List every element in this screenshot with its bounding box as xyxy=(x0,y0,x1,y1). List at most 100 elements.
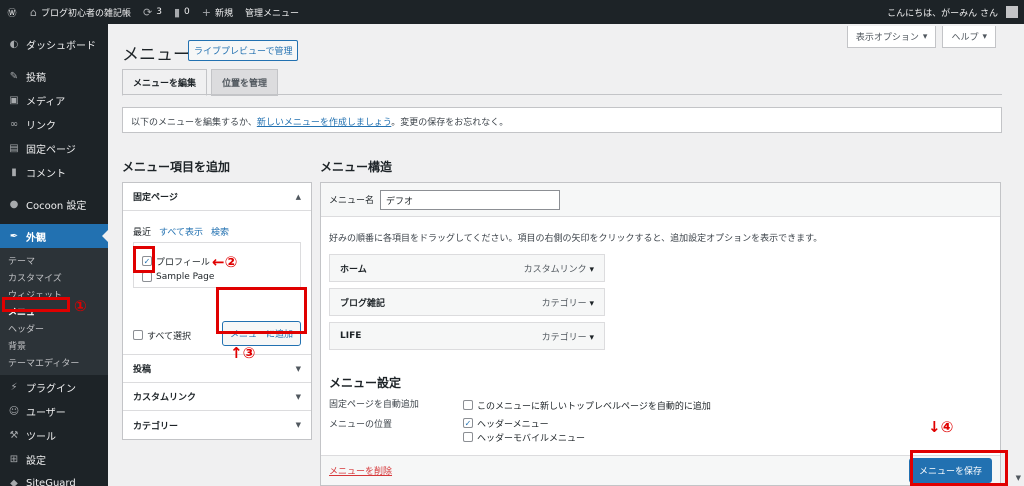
sidebar-item-comments[interactable]: ▮ コメント xyxy=(0,160,108,184)
annotation-step-3: ↑③ xyxy=(230,344,256,362)
menu-item-entry[interactable]: ブログ雑記 カテゴリー ▾ xyxy=(329,288,605,316)
annotation-box-checkbox xyxy=(133,246,155,273)
annotation-box-menu xyxy=(2,297,70,312)
sidebar-item-media[interactable]: ▣ メディア xyxy=(0,88,108,112)
tab-edit-menus[interactable]: メニューを編集 xyxy=(122,69,208,96)
accordion-posts-header[interactable]: 投稿 ▼ xyxy=(123,355,311,383)
admin-sidebar: ◐ ダッシュボード ✎ 投稿 ▣ メディア ∞ リンク ▤ 固定ページ ▮ コメント ● Co… xyxy=(0,24,108,486)
caret-down-icon[interactable]: ▾ xyxy=(589,333,594,343)
select-all-checkbox[interactable] xyxy=(133,330,143,340)
wrench-icon: ⚒ xyxy=(9,429,19,441)
brush-icon: ✒ xyxy=(9,230,19,242)
dashboard-icon: ◐ xyxy=(9,38,19,50)
sidebar-item-settings[interactable]: ⊞ 設定 xyxy=(0,447,108,471)
updates-icon: ⟳ xyxy=(143,5,153,19)
avatar xyxy=(1006,6,1018,18)
media-icon: ▣ xyxy=(9,94,19,106)
site-name-link[interactable]: ⌂ ブログ初心者の雑記帳 xyxy=(24,0,137,24)
caret-down-icon: ▼ xyxy=(295,392,301,401)
updates-link[interactable]: ⟳ 3 xyxy=(137,0,168,24)
auto-add-checkbox[interactable] xyxy=(463,400,473,410)
accordion-pages-header[interactable]: 固定ページ ▲ xyxy=(123,183,311,211)
user-icon: ☺ xyxy=(8,405,20,417)
delete-menu-link[interactable]: メニューを削除 xyxy=(329,464,392,477)
plugin-icon: ⚡ xyxy=(10,381,18,393)
page-scrollbar[interactable]: ▼ xyxy=(1010,24,1024,486)
circle-icon: ● xyxy=(9,198,19,210)
menu-settings-heading: メニュー設定 xyxy=(329,376,402,390)
screen-options-button[interactable]: 表示オプション ▾ xyxy=(846,26,937,48)
scroll-down-icon[interactable]: ▼ xyxy=(1016,474,1021,482)
link-icon: ∞ xyxy=(9,118,19,130)
add-menu-items-heading: メニュー項目を追加 xyxy=(122,160,231,174)
annotation-box-add-button xyxy=(216,287,307,334)
tab-view-all[interactable]: すべて表示 xyxy=(159,225,203,238)
comments-link[interactable]: ▮ 0 xyxy=(168,0,196,24)
menu-item-entry[interactable]: ホーム カスタムリンク ▾ xyxy=(329,254,605,282)
tab-recent[interactable]: 最近 xyxy=(133,225,151,238)
sidebar-item-users[interactable]: ☺ ユーザー xyxy=(0,399,108,423)
submenu-item-background[interactable]: 背景 xyxy=(0,337,108,354)
page-title: メニュー xyxy=(122,45,190,65)
sidebar-item-pages[interactable]: ▤ 固定ページ xyxy=(0,136,108,160)
admin-menu-link[interactable]: 管理メニュー xyxy=(239,0,305,24)
auto-add-row: 固定ページを自動追加 このメニューに新しいトップレベルページを自動的に追加 xyxy=(329,400,711,412)
menu-structure-panel: メニュー名 デフオ 好みの順番に各項目をドラッグしてください。項目の右側の矢印を… xyxy=(320,182,1001,486)
live-preview-button[interactable]: ライブプレビューで管理 xyxy=(188,40,299,61)
admin-bar: Ⓦ ⌂ ブログ初心者の雑記帳 ⟳ 3 ▮ 0 + 新規 管理メニュー こんにちは、がーみ… xyxy=(0,0,1024,24)
tab-search[interactable]: 検索 xyxy=(211,225,229,238)
main-content: 表示オプション ▾ ヘルプ ▾ メニュー ライブプレビューで管理 メニューを編集 位… xyxy=(108,24,1024,486)
sidebar-item-cocoon[interactable]: ● Cocoon 設定 xyxy=(0,192,108,216)
caret-down-icon[interactable]: ▾ xyxy=(589,299,594,309)
my-account-link[interactable]: こんにちは、がーみん さん xyxy=(881,0,1024,24)
menu-name-input[interactable]: デフオ xyxy=(380,189,561,210)
pin-icon: ✎ xyxy=(9,70,19,82)
menu-item-entry[interactable]: LIFE カテゴリー ▾ xyxy=(329,322,605,350)
home-icon: ⌂ xyxy=(30,5,37,19)
caret-down-icon[interactable]: ▾ xyxy=(589,265,594,275)
caret-down-icon: ▼ xyxy=(295,421,301,429)
manage-menus-notice: 以下のメニューを編集するか、新しいメニューを作成しましょう。変更の保存をお忘れな… xyxy=(122,107,1002,133)
drag-instructions: 好みの順番に各項目をドラッグしてください。項目の右側の矢印をクリックすると、追加… xyxy=(329,234,823,244)
submenu-item-themes[interactable]: テーマ xyxy=(0,252,108,269)
submenu-item-customize[interactable]: カスタマイズ xyxy=(0,269,108,286)
tab-manage-locations[interactable]: 位置を管理 xyxy=(211,69,279,96)
select-all-row: すべて選択 xyxy=(133,327,191,343)
annotation-step-2: ←② xyxy=(212,253,238,271)
caret-up-icon: ▲ xyxy=(295,192,301,201)
page-icon: ▤ xyxy=(9,142,19,154)
sidebar-item-dashboard[interactable]: ◐ ダッシュボード xyxy=(0,32,108,56)
create-new-menu-link[interactable]: 新しいメニューを作成しましょう xyxy=(257,118,391,128)
menu-structure-heading: メニュー構造 xyxy=(320,160,393,174)
sidebar-item-tools[interactable]: ⚒ ツール xyxy=(0,423,108,447)
submenu-item-header[interactable]: ヘッダー xyxy=(0,320,108,337)
wordpress-logo-icon[interactable]: Ⓦ xyxy=(0,0,24,24)
annotation-step-4: ↓④ xyxy=(928,418,954,436)
header-menu-checkbox[interactable]: ✓ xyxy=(463,418,473,428)
menu-name-label: メニュー名 xyxy=(329,196,375,206)
caret-down-icon: ▾ xyxy=(982,31,987,42)
plus-icon: + xyxy=(201,5,211,19)
annotation-box-save-button xyxy=(910,450,1008,486)
sidebar-item-links[interactable]: ∞ リンク xyxy=(0,112,108,136)
accordion-custom-links-header[interactable]: カスタムリンク ▼ xyxy=(123,383,311,411)
annotation-step-1: ① xyxy=(74,297,87,315)
sidebar-item-posts[interactable]: ✎ 投稿 xyxy=(0,64,108,88)
menu-location-row: メニューの位置 ✓ ヘッダーメニュー ヘッダーモバイルメニュー xyxy=(329,418,586,444)
comment-bubble-icon: ▮ xyxy=(173,5,181,19)
header-mobile-menu-checkbox[interactable] xyxy=(463,432,473,442)
help-button[interactable]: ヘルプ ▾ xyxy=(942,26,996,48)
sidebar-item-plugins[interactable]: ⚡ プラグイン xyxy=(0,375,108,399)
caret-down-icon: ▼ xyxy=(295,364,301,373)
accordion-categories-header[interactable]: カテゴリー ▼ xyxy=(123,411,311,439)
list-item: Sample Page xyxy=(142,269,292,285)
sidebar-item-appearance[interactable]: ✒ 外観 xyxy=(0,224,108,248)
new-content-link[interactable]: + 新規 xyxy=(196,0,239,24)
submenu-item-theme-editor[interactable]: テーマエディター xyxy=(0,354,108,371)
sample-page-checkbox[interactable] xyxy=(142,272,152,282)
settings-icon: ⊞ xyxy=(9,453,19,465)
shield-icon: ◆ xyxy=(10,477,18,486)
caret-down-icon: ▾ xyxy=(922,31,928,42)
comment-icon: ▮ xyxy=(11,166,17,178)
sidebar-item-siteguard[interactable]: ◆ SiteGuard xyxy=(0,471,108,486)
